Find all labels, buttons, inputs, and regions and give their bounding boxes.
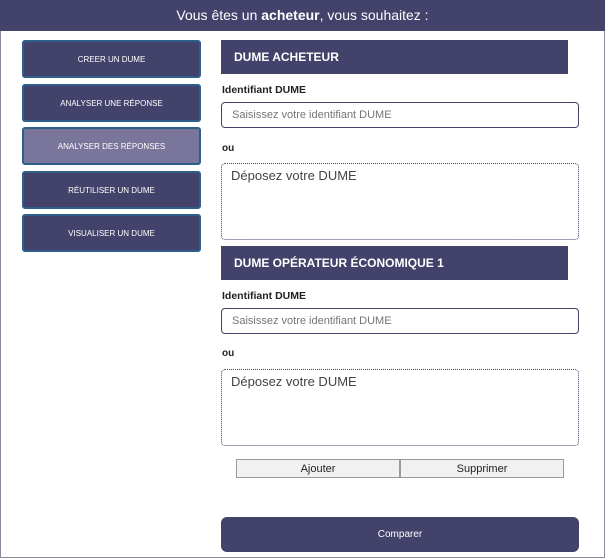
nav-item-label: ANALYSER UNE RÉPONSE (60, 98, 163, 108)
nav-item-label: CREER UN DUME (77, 54, 146, 64)
header-role: acheteur (261, 7, 320, 23)
compare-button[interactable]: Comparer (221, 517, 579, 552)
header-prefix: Vous êtes un (176, 7, 262, 23)
acheteur-id-input[interactable] (221, 102, 579, 128)
remove-button-label: Supprimer (456, 462, 508, 475)
dropzone-label: Déposez votre DUME (231, 374, 357, 389)
page-header: Vous êtes un acheteur, vous souhaitez : (0, 0, 605, 31)
operateur-ou-label: ou (222, 348, 235, 359)
remove-button[interactable]: Supprimer (400, 459, 564, 478)
nav-creer-dume[interactable]: CREER UN DUME (22, 40, 201, 78)
nav-reutiliser-dume[interactable]: RÉUTILISER UN DUME (22, 171, 201, 209)
dropzone-label: Déposez votre DUME (231, 168, 357, 183)
operateur-id-input[interactable] (221, 308, 579, 334)
nav-analyser-une-reponse[interactable]: ANALYSER UNE RÉPONSE (22, 84, 201, 122)
section-title: DUME ACHETEUR (234, 50, 339, 64)
nav-item-label: RÉUTILISER UN DUME (68, 185, 155, 195)
add-button[interactable]: Ajouter (236, 459, 400, 478)
nav-analyser-des-reponses[interactable]: ANALYSER DES RÉPONSES (22, 127, 201, 165)
acheteur-id-label: Identifiant DUME (222, 84, 306, 96)
nav-item-label: ANALYSER DES RÉPONSES (57, 141, 166, 151)
operateur-dropzone[interactable]: Déposez votre DUME (221, 369, 579, 446)
section-title: DUME OPÉRATEUR ÉCONOMIQUE 1 (234, 256, 444, 270)
acheteur-ou-label: ou (222, 143, 235, 154)
compare-button-label: Comparer (377, 529, 423, 540)
operateur-id-label: Identifiant DUME (222, 290, 306, 302)
section-header-operateur: DUME OPÉRATEUR ÉCONOMIQUE 1 (221, 246, 568, 280)
nav-visualiser-dume[interactable]: VISUALISER UN DUME (22, 214, 201, 252)
header-suffix: , vous souhaitez : (319, 7, 429, 23)
add-button-label: Ajouter (300, 462, 336, 475)
nav-item-label: VISUALISER UN DUME (68, 228, 155, 238)
section-header-acheteur: DUME ACHETEUR (221, 40, 568, 74)
acheteur-dropzone[interactable]: Déposez votre DUME (221, 163, 579, 240)
